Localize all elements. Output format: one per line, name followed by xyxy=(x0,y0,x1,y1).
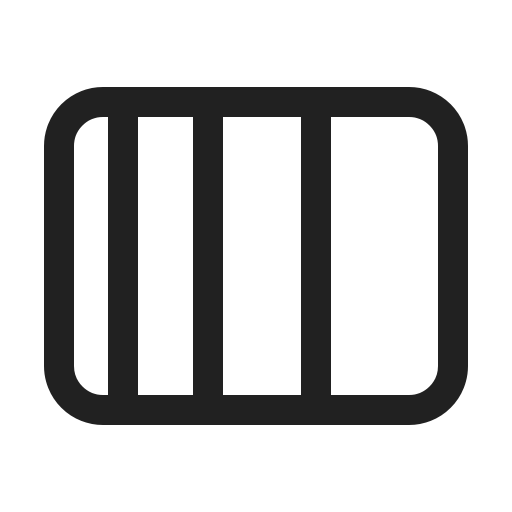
column-layout-icon xyxy=(44,87,468,425)
icon-canvas xyxy=(0,0,512,512)
